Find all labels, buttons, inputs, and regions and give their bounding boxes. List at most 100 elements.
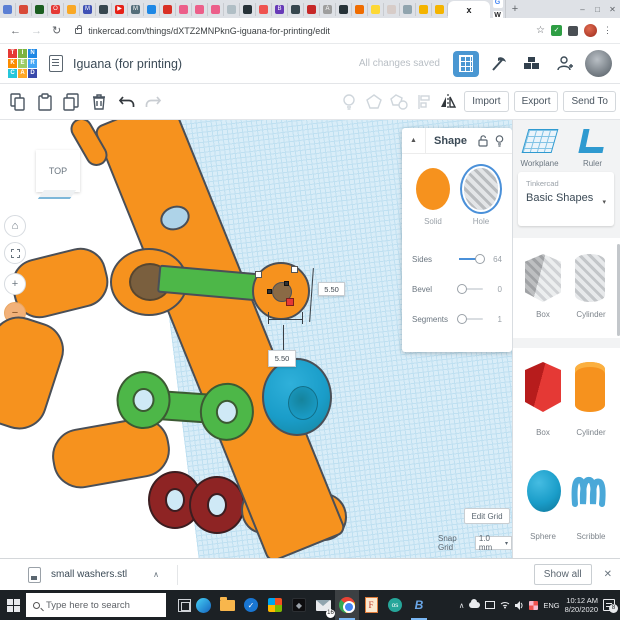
edge-handle[interactable]: [267, 289, 272, 294]
pinned-tab-4[interactable]: O: [48, 3, 64, 16]
sphere-shape[interactable]: [527, 470, 561, 512]
browser-tab-2[interactable]: G: [490, 0, 506, 9]
pinned-tab-21[interactable]: A: [320, 3, 336, 16]
minimize-button[interactable]: –: [575, 5, 590, 14]
ungroup-icon[interactable]: [389, 91, 409, 113]
browser-profile-avatar[interactable]: [584, 24, 597, 37]
copy-icon[interactable]: [8, 91, 28, 113]
maximize-button[interactable]: □: [590, 5, 605, 14]
design-title[interactable]: Iguana (for printing): [73, 57, 182, 71]
mirror-icon[interactable]: [439, 91, 459, 113]
edge-handle[interactable]: [284, 281, 289, 286]
extension-check-icon[interactable]: ✓: [551, 25, 562, 36]
pinned-tab-14[interactable]: [208, 3, 224, 16]
blocks-mode-icon[interactable]: [519, 51, 545, 77]
bevel-slider[interactable]: [459, 288, 483, 290]
pinned-tab-24[interactable]: [368, 3, 384, 16]
box-shape[interactable]: [525, 362, 561, 412]
cylinder-shape[interactable]: [575, 362, 605, 412]
show-all-downloads-button[interactable]: Show all: [534, 564, 592, 585]
rotate-handle[interactable]: [286, 298, 294, 306]
show-all-bulb-icon[interactable]: [339, 91, 359, 113]
pinned-tab-11[interactable]: [160, 3, 176, 16]
zoom-in-button[interactable]: +: [4, 273, 26, 295]
taskbar-search[interactable]: Type here to search: [26, 593, 166, 617]
speaker-icon[interactable]: [515, 601, 524, 610]
pinned-tab-15[interactable]: [224, 3, 240, 16]
fit-view-button[interactable]: [4, 242, 26, 264]
tinkercad-logo[interactable]: TINKERCAD: [8, 49, 37, 78]
solid-swatch[interactable]: [416, 168, 450, 210]
segments-slider[interactable]: [459, 318, 483, 320]
ruler-tool[interactable]: Ruler: [566, 120, 619, 168]
task-view-icon[interactable]: [178, 599, 191, 612]
taskbar-app-explorer[interactable]: [215, 590, 239, 620]
pinned-tab-6[interactable]: M: [80, 3, 96, 16]
back-icon[interactable]: ←: [10, 25, 21, 37]
iguana-leg-part[interactable]: [0, 309, 71, 436]
taskbar-app-b[interactable]: B: [407, 590, 431, 620]
new-tab-button[interactable]: +: [506, 3, 524, 15]
3d-viewport[interactable]: 5.50 5.50 TOP ⌂ + − ▲ Shape: [0, 120, 512, 558]
snap-grid-select[interactable]: 1.0 mm ▾: [475, 536, 512, 550]
taskbar-app-os[interactable]: os: [383, 590, 407, 620]
download-options-icon[interactable]: ∧: [153, 570, 159, 579]
dimension-label-height[interactable]: 5.50: [318, 282, 345, 296]
pinned-tab-27[interactable]: [416, 3, 432, 16]
pinned-tab-22[interactable]: [336, 3, 352, 16]
wifi-icon[interactable]: [500, 601, 510, 609]
user-avatar[interactable]: [585, 50, 612, 77]
pinned-tab-25[interactable]: [384, 3, 400, 16]
pinned-tab-5[interactable]: [64, 3, 80, 16]
home-view-button[interactable]: ⌂: [4, 215, 26, 237]
import-button[interactable]: Import: [464, 91, 508, 112]
taskbar-clock[interactable]: 10:12 AM 8/20/2020: [565, 596, 598, 614]
start-button[interactable]: [0, 590, 26, 620]
pinned-tab-17[interactable]: [256, 3, 272, 16]
taskbar-app-mail[interactable]: 16: [311, 590, 335, 620]
close-button[interactable]: ✕: [605, 5, 620, 14]
duplicate-icon[interactable]: [62, 91, 82, 113]
scale-handle[interactable]: [255, 271, 262, 278]
workplane-tool[interactable]: Workplane: [513, 120, 566, 168]
hole-option[interactable]: Hole: [464, 168, 498, 226]
edit-grid-button[interactable]: Edit Grid: [464, 508, 510, 524]
taskbar-app-edge[interactable]: [191, 590, 215, 620]
pinned-tab-28[interactable]: [432, 3, 448, 16]
bookmark-star-icon[interactable]: ☆: [536, 25, 545, 36]
paste-icon[interactable]: [35, 91, 55, 113]
reload-icon[interactable]: ↻: [52, 24, 61, 37]
scale-handle[interactable]: [291, 266, 298, 273]
close-download-bar-icon[interactable]: ✕: [604, 569, 612, 580]
taskbar-app-dark[interactable]: ◆: [287, 590, 311, 620]
pinned-tab-3[interactable]: [32, 3, 48, 16]
link-part[interactable]: [113, 361, 259, 457]
download-filename[interactable]: small washers.stl: [51, 569, 127, 580]
pinned-tab-19[interactable]: [288, 3, 304, 16]
pinned-tab-20[interactable]: [304, 3, 320, 16]
redo-icon[interactable]: [143, 91, 163, 113]
tinker-mode-icon[interactable]: [486, 51, 512, 77]
pinned-tab-1[interactable]: [0, 3, 16, 16]
taskbar-app-f[interactable]: F: [359, 590, 383, 620]
panel-collapse-icon[interactable]: ▲: [402, 128, 426, 154]
taskbar-app-store[interactable]: [263, 590, 287, 620]
delete-icon[interactable]: [89, 91, 109, 113]
display-icon[interactable]: [485, 601, 495, 609]
pinned-tray-app-icon[interactable]: [529, 601, 538, 610]
lock-icon[interactable]: [478, 135, 488, 147]
url-field[interactable]: tinkercad.com/things/dXTZ2MNPknG-iguana-…: [88, 26, 536, 36]
pinned-tab-2[interactable]: [16, 3, 32, 16]
hide-bulb-icon[interactable]: [495, 135, 504, 147]
pinned-tab-12[interactable]: [176, 3, 192, 16]
dimension-label-width[interactable]: 5.50: [268, 350, 296, 367]
pinned-tab-8[interactable]: ▶: [112, 3, 128, 16]
taskbar-app-chrome[interactable]: [335, 590, 359, 620]
pinned-tab-10[interactable]: [144, 3, 160, 16]
language-indicator[interactable]: ENG: [543, 601, 559, 610]
onedrive-icon[interactable]: [469, 602, 480, 608]
shape-library-dropdown[interactable]: Tinkercad Basic Shapes ▾: [518, 172, 614, 226]
pinned-tab-26[interactable]: [400, 3, 416, 16]
solid-option[interactable]: Solid: [416, 168, 450, 226]
action-center-icon[interactable]: 8: [603, 599, 615, 611]
